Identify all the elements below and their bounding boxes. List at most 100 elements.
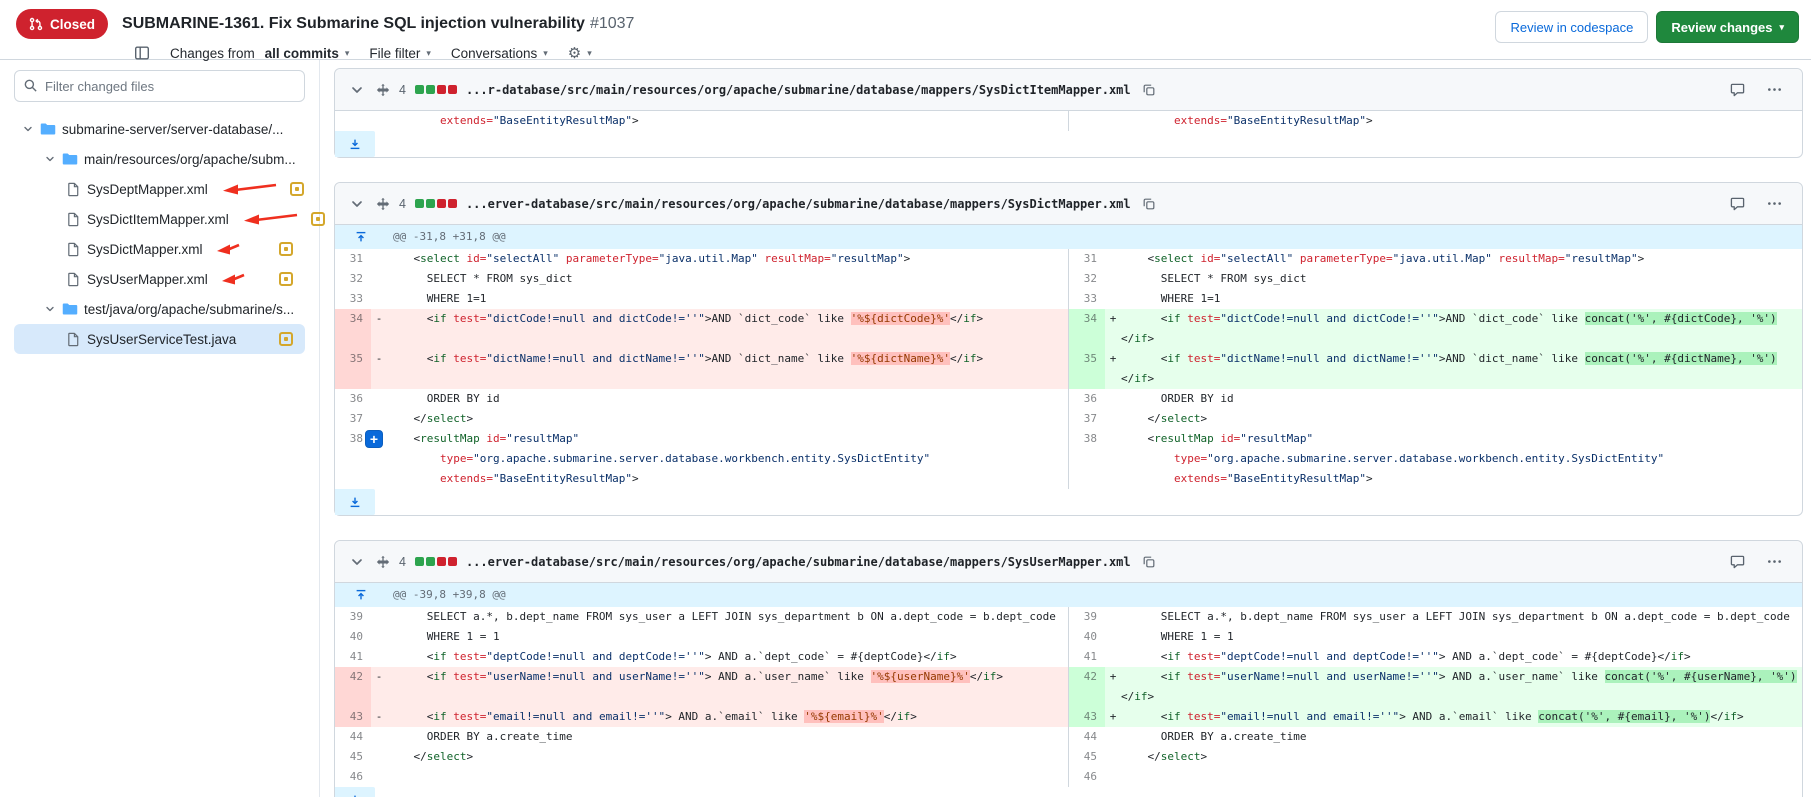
tree-file-sysdeptmapper-xml[interactable]: SysDeptMapper.xml — [14, 174, 305, 204]
expand-hunk-up-button[interactable] — [335, 225, 387, 249]
diff-settings-gear-menu[interactable]: ⚙▾ — [568, 46, 592, 61]
tree-folder-submarine-server-server-database[interactable]: submarine-server/server-database/... — [14, 114, 305, 144]
line-number[interactable]: 40 — [335, 627, 371, 647]
file-kebab-menu-button[interactable] — [1765, 80, 1784, 99]
copy-path-button[interactable] — [1140, 195, 1158, 213]
drag-handle-icon[interactable] — [376, 197, 390, 211]
file-filter-menu[interactable]: File filter▾ — [369, 46, 431, 61]
line-number[interactable]: 35 — [1069, 349, 1105, 389]
file-comment-button[interactable] — [1728, 80, 1747, 99]
diff-marker — [371, 289, 387, 309]
diff-right-cell: 43+ <if test="email!=null and email!=''"… — [1068, 707, 1802, 727]
line-number[interactable]: 46 — [335, 767, 371, 787]
expand-diff-down-button[interactable] — [335, 787, 375, 797]
folder-icon — [40, 121, 56, 137]
code-line: SELECT a.*, b.dept_name FROM sys_user a … — [387, 607, 1068, 627]
expand-hunk-up-button[interactable] — [335, 583, 387, 607]
line-number[interactable]: 41 — [335, 647, 371, 667]
tree-folder-main-resources-org-apache-subm[interactable]: main/resources/org/apache/subm... — [14, 144, 305, 174]
diff-row: 33 WHERE 1=133 WHERE 1=1 — [335, 289, 1802, 309]
line-number[interactable]: 42 — [1069, 667, 1105, 707]
line-number[interactable]: 36 — [1069, 389, 1105, 409]
line-number[interactable]: 43 — [1069, 707, 1105, 727]
line-number[interactable]: 45 — [335, 747, 371, 767]
code-line: </select> — [1121, 409, 1802, 429]
diffstat-deletion-square — [448, 85, 457, 94]
file-status-square-icon[interactable] — [279, 242, 293, 256]
conversations-menu[interactable]: Conversations▾ — [451, 46, 548, 61]
expand-row — [335, 787, 1802, 797]
filter-changed-files-input[interactable] — [14, 70, 305, 102]
expand-diff-down-button[interactable] — [335, 131, 375, 157]
line-number[interactable]: 46 — [1069, 767, 1105, 787]
tree-folder-test-java-org-apache-submarine-s[interactable]: test/java/org/apache/submarine/s... — [14, 294, 305, 324]
file-icon — [66, 332, 81, 347]
line-number[interactable]: 39 — [335, 607, 371, 627]
line-number[interactable]: 33 — [1069, 289, 1105, 309]
code-line: extends="BaseEntityResultMap"> — [387, 111, 1068, 131]
diff-marker — [371, 627, 387, 647]
collapse-diff-chevron-button[interactable] — [347, 194, 367, 214]
diff-left-cell: 46 — [335, 767, 1068, 787]
collapse-diff-chevron-button[interactable] — [347, 80, 367, 100]
chevron-down-icon[interactable] — [44, 153, 56, 165]
tree-file-sysdictmapper-xml[interactable]: SysDictMapper.xml — [14, 234, 305, 264]
diff-row: 45 </select>45 </select> — [335, 747, 1802, 767]
tree-file-sysdictitemmapper-xml[interactable]: SysDictItemMapper.xml — [14, 204, 305, 234]
line-number[interactable]: 38 — [1069, 429, 1105, 489]
line-number[interactable]: 32 — [1069, 269, 1105, 289]
line-number[interactable]: 42 — [335, 667, 371, 707]
copy-path-button[interactable] — [1140, 553, 1158, 571]
line-number[interactable] — [1069, 111, 1105, 131]
file-header-actions — [1728, 552, 1790, 571]
expand-diff-down-button[interactable] — [335, 489, 375, 515]
line-number[interactable]: 39 — [1069, 607, 1105, 627]
line-number[interactable]: 32 — [335, 269, 371, 289]
diffstat-deletion-square — [437, 85, 446, 94]
line-number[interactable]: 44 — [1069, 727, 1105, 747]
changes-from-menu[interactable]: Changes from all commits▾ — [170, 46, 349, 61]
line-number[interactable]: 40 — [1069, 627, 1105, 647]
line-number[interactable]: 41 — [1069, 647, 1105, 667]
collapse-diff-chevron-button[interactable] — [347, 552, 367, 572]
chevron-down-icon[interactable] — [44, 303, 56, 315]
line-number[interactable] — [335, 111, 371, 131]
line-number[interactable]: 31 — [1069, 249, 1105, 269]
drag-handle-icon[interactable] — [376, 83, 390, 97]
file-icon — [66, 182, 81, 197]
line-number[interactable]: 44 — [335, 727, 371, 747]
file-status-square-icon[interactable] — [290, 182, 304, 196]
drag-handle-icon[interactable] — [376, 555, 390, 569]
line-number[interactable]: 43 — [335, 707, 371, 727]
diff-right-cell: 42+ <if test="userName!=null and userNam… — [1068, 667, 1802, 707]
file-status-square-icon[interactable] — [279, 272, 293, 286]
add-line-comment-button[interactable]: + — [365, 430, 383, 448]
file-kebab-menu-button[interactable] — [1765, 194, 1784, 213]
line-number[interactable]: 37 — [1069, 409, 1105, 429]
review-in-codespace-button[interactable]: Review in codespace — [1495, 11, 1648, 43]
diff-row: 32 SELECT * FROM sys_dict32 SELECT * FRO… — [335, 269, 1802, 289]
line-number[interactable]: 34 — [335, 309, 371, 349]
tree-file-sysusermapper-xml[interactable]: SysUserMapper.xml — [14, 264, 305, 294]
line-number[interactable]: 35 — [335, 349, 371, 389]
expand-row — [335, 131, 1802, 157]
line-number[interactable]: 45 — [1069, 747, 1105, 767]
sidebar-toggle-button[interactable] — [134, 45, 150, 61]
copy-path-button[interactable] — [1140, 81, 1158, 99]
line-number[interactable]: 31 — [335, 249, 371, 269]
line-number[interactable]: 37 — [335, 409, 371, 429]
chevron-down-icon[interactable] — [22, 123, 34, 135]
changed-lines-count: 4 — [399, 555, 406, 569]
review-changes-button[interactable]: Review changes▾ — [1656, 11, 1799, 43]
file-status-square-icon[interactable] — [279, 332, 293, 346]
line-number[interactable]: 36 — [335, 389, 371, 409]
diff-marker — [1105, 269, 1121, 289]
file-kebab-menu-button[interactable] — [1765, 552, 1784, 571]
file-comment-button[interactable] — [1728, 552, 1747, 571]
tree-file-sysuserservicetest-java[interactable]: SysUserServiceTest.java — [14, 324, 305, 354]
file-comment-button[interactable] — [1728, 194, 1747, 213]
diff-body: @@ -39,8 +39,8 @@39 SELECT a.*, b.dept_n… — [335, 583, 1802, 797]
diff-marker — [1105, 389, 1121, 409]
line-number[interactable]: 33 — [335, 289, 371, 309]
line-number[interactable]: 34 — [1069, 309, 1105, 349]
